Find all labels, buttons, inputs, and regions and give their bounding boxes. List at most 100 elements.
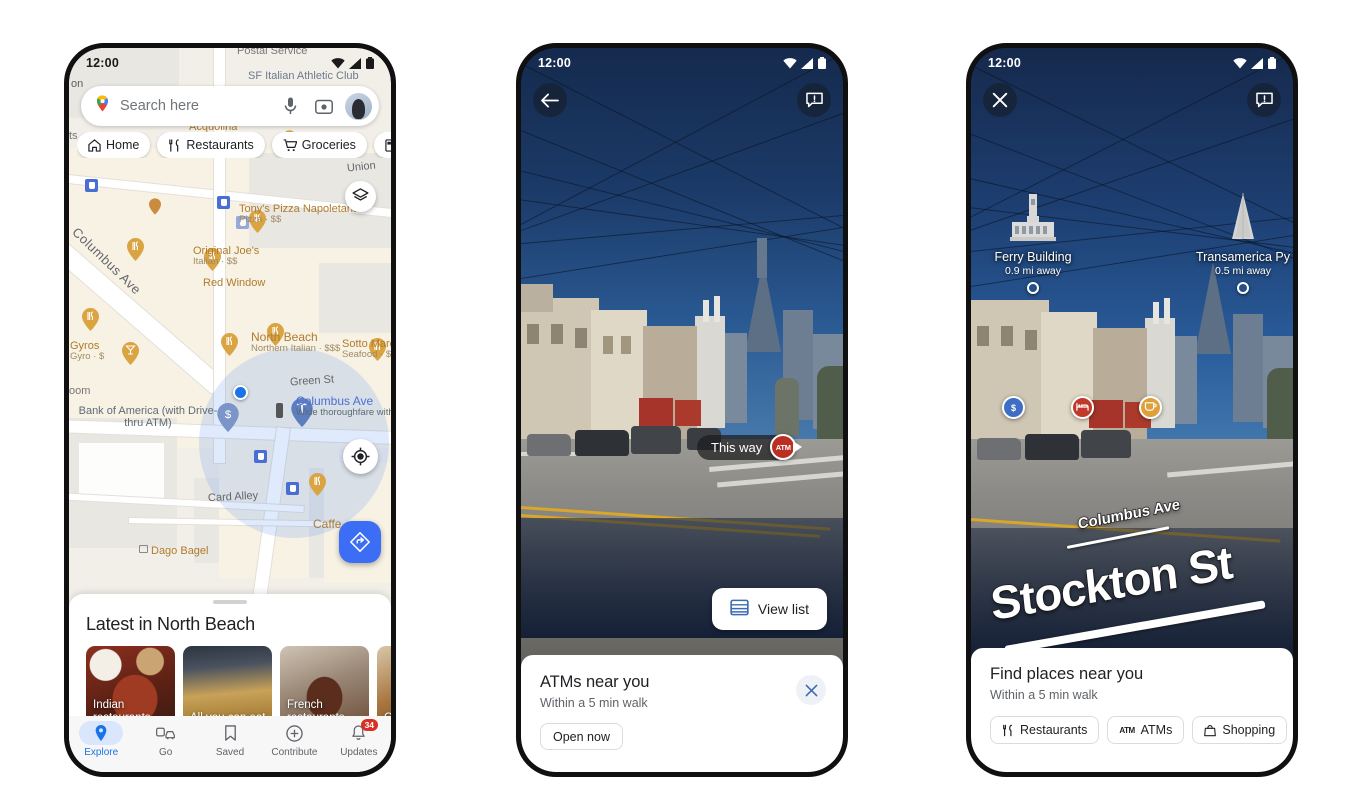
this-way-marker[interactable]: This way ATM bbox=[697, 434, 797, 460]
chip-label: Groceries bbox=[301, 138, 356, 152]
status-time: 12:00 bbox=[538, 56, 571, 70]
landmark-name: Ferry Building bbox=[994, 250, 1072, 264]
map-pin-restaurant[interactable] bbox=[249, 210, 266, 233]
search-input[interactable]: Search here bbox=[120, 98, 269, 114]
map-layers-button[interactable] bbox=[345, 181, 376, 212]
bottom-sheet-atms[interactable]: ATMs near you Within a 5 min walk Open n… bbox=[521, 655, 843, 772]
battery-icon bbox=[818, 57, 826, 69]
filter-open-now[interactable]: Open now bbox=[540, 723, 623, 750]
category-chips[interactable]: Home Restaurants Groceries Gas bbox=[77, 132, 391, 158]
wifi-icon bbox=[1233, 57, 1247, 68]
transit-station-icon[interactable] bbox=[217, 196, 230, 209]
map-pin-bar[interactable] bbox=[122, 342, 139, 365]
close-button[interactable] bbox=[983, 83, 1017, 117]
atm-icon: ATM bbox=[1119, 725, 1135, 735]
sheet-subtitle: Within a 5 min walk bbox=[990, 688, 1098, 702]
chip-shopping[interactable]: Shopping bbox=[1192, 716, 1288, 744]
view-list-button[interactable]: View list bbox=[711, 588, 827, 630]
nav-item-updates[interactable]: 34 Updates bbox=[327, 719, 391, 758]
chip-restaurants[interactable]: Restaurants bbox=[990, 716, 1100, 744]
chip-restaurants[interactable]: Restaurants bbox=[157, 132, 265, 158]
status-bar: 12:00 bbox=[521, 48, 843, 78]
bottom-navigation[interactable]: Explore Go Saved Contribute 34 Updates bbox=[69, 716, 391, 772]
map-pin-restaurant[interactable] bbox=[369, 338, 386, 361]
map-pin-restaurant[interactable] bbox=[82, 308, 99, 331]
back-button[interactable] bbox=[533, 83, 567, 117]
avatar[interactable] bbox=[345, 92, 372, 120]
chip-label: Shopping bbox=[1222, 723, 1276, 737]
feedback-button[interactable] bbox=[797, 83, 831, 117]
landmark-anchor-dot bbox=[1027, 282, 1039, 294]
pin-bank[interactable]: $ bbox=[1002, 396, 1025, 419]
map-pin-restaurant[interactable] bbox=[221, 333, 238, 356]
list-view-icon bbox=[730, 598, 749, 620]
map-pin-restaurant[interactable] bbox=[204, 248, 221, 271]
chip-groceries[interactable]: Groceries bbox=[271, 132, 367, 158]
map-pin-restaurant[interactable] bbox=[309, 473, 326, 496]
view-list-label: View list bbox=[757, 601, 809, 617]
map-pin-landmark[interactable] bbox=[291, 398, 313, 427]
nav-item-saved[interactable]: Saved bbox=[198, 721, 262, 758]
bookmark-icon bbox=[208, 721, 252, 745]
microphone-icon[interactable] bbox=[277, 93, 303, 119]
nav-item-go[interactable]: Go bbox=[133, 721, 197, 758]
status-icons bbox=[783, 57, 826, 69]
pin-cafe[interactable] bbox=[1139, 396, 1162, 419]
atm-pin-label: ATM bbox=[775, 442, 791, 452]
bottom-sheet-find-places[interactable]: Find places near you Within a 5 min walk… bbox=[971, 648, 1293, 772]
restaurant-icon bbox=[1003, 724, 1013, 736]
feedback-button[interactable] bbox=[1247, 83, 1281, 117]
map-pin-restaurant[interactable] bbox=[127, 238, 144, 261]
phone3-screen: Ferry Building 0.9 mi away Transamerica … bbox=[971, 48, 1293, 772]
pin-hotel[interactable] bbox=[1071, 396, 1094, 419]
cellular-signal-icon bbox=[1251, 57, 1263, 69]
transit-station-icon[interactable] bbox=[85, 179, 98, 192]
landmark-transamerica-pyramid[interactable]: Transamerica Py 0.5 mi away bbox=[1183, 192, 1293, 294]
updates-badge: 34 bbox=[360, 719, 379, 732]
nav-item-explore[interactable]: Explore bbox=[69, 721, 133, 758]
chip-gas[interactable]: Gas bbox=[373, 132, 391, 158]
phone-mockup-live-view-places: Ferry Building 0.9 mi away Transamerica … bbox=[966, 43, 1298, 777]
chip-home[interactable]: Home bbox=[77, 132, 151, 158]
chip-label: ATMs bbox=[1140, 723, 1173, 737]
close-sheet-button[interactable] bbox=[796, 675, 826, 705]
camera-lens-icon[interactable] bbox=[311, 93, 337, 119]
search-bar[interactable]: Search here bbox=[81, 86, 379, 126]
map-pin-restaurant[interactable] bbox=[267, 323, 284, 346]
directions-button[interactable] bbox=[339, 521, 381, 563]
gas-pump-icon bbox=[385, 138, 391, 152]
traffic-signal-icon bbox=[276, 403, 283, 418]
chip-label: Restaurants bbox=[1020, 723, 1088, 737]
map-pin-hotel[interactable] bbox=[149, 198, 161, 215]
battery-icon bbox=[1268, 57, 1276, 69]
category-chip-row[interactable]: Restaurants ATM ATMs Shopping bbox=[990, 716, 1293, 744]
shopping-bag-icon bbox=[1204, 724, 1217, 736]
transit-station-icon[interactable] bbox=[286, 482, 299, 495]
location-pin-icon bbox=[79, 721, 124, 745]
sheet-title: Latest in North Beach bbox=[86, 613, 255, 634]
home-icon bbox=[88, 138, 101, 152]
my-location-button[interactable] bbox=[343, 439, 378, 474]
user-location-dot bbox=[233, 385, 248, 400]
nav-item-contribute[interactable]: Contribute bbox=[262, 721, 326, 758]
transamerica-pyramid-icon bbox=[1183, 192, 1293, 247]
atm-pin-icon[interactable]: ATM bbox=[770, 434, 797, 460]
feedback-icon bbox=[1255, 92, 1273, 108]
restaurant-icon bbox=[169, 138, 180, 152]
my-location-icon bbox=[351, 447, 370, 466]
phone2-screen: This way ATM View list 12:00 ATMs near y… bbox=[521, 48, 843, 772]
map-pin-atm[interactable]: $ bbox=[217, 403, 239, 432]
cellular-signal-icon bbox=[801, 57, 813, 69]
close-icon bbox=[992, 92, 1008, 108]
status-bar: 12:00 bbox=[971, 48, 1293, 78]
phone1-screen: $ Postal Service SF Italian Athletic Clu… bbox=[69, 48, 391, 772]
sheet-title: Find places near you bbox=[990, 665, 1144, 683]
nav-label: Saved bbox=[215, 747, 245, 758]
chip-atms[interactable]: ATM ATMs bbox=[1107, 716, 1185, 744]
landmark-ferry-building[interactable]: Ferry Building 0.9 mi away bbox=[973, 192, 1093, 294]
hotel-bed-icon bbox=[1076, 402, 1089, 414]
transit-station-icon[interactable] bbox=[236, 216, 249, 229]
transit-station-icon[interactable] bbox=[254, 450, 267, 463]
status-icons bbox=[331, 57, 374, 69]
map-layers-icon bbox=[352, 188, 369, 201]
